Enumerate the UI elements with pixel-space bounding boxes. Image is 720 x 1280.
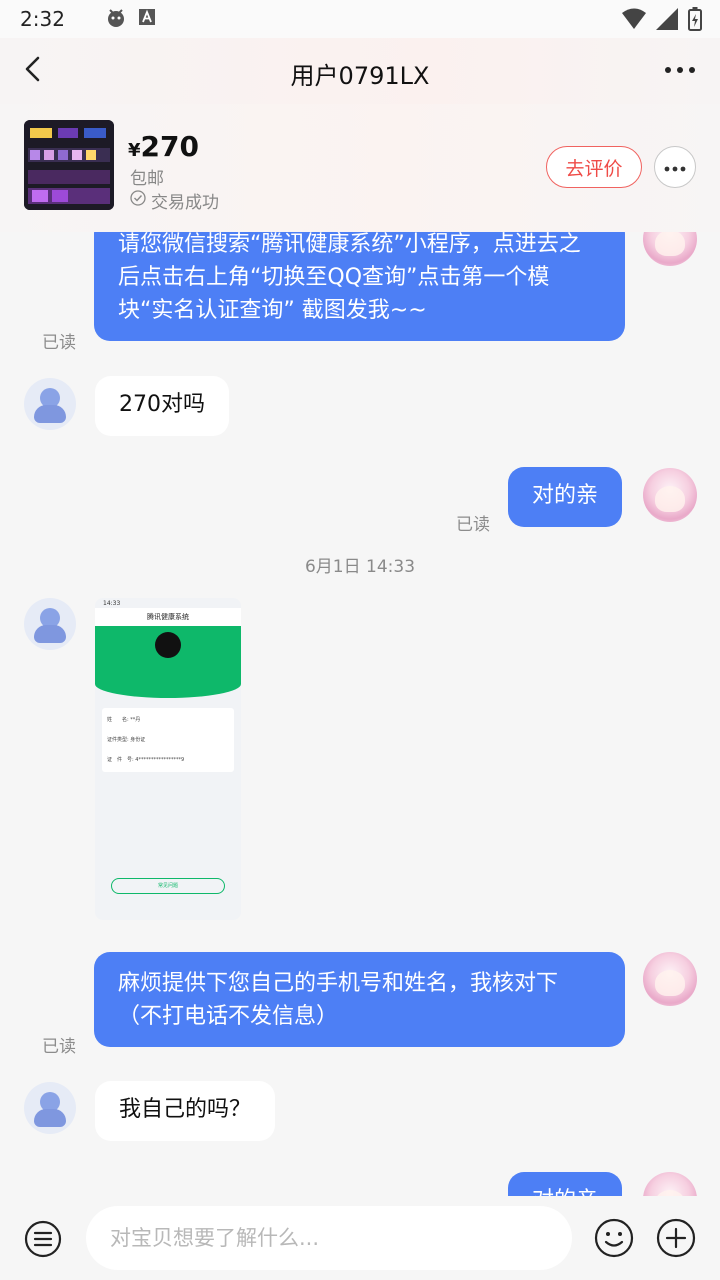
product-more-button[interactable]: [654, 146, 696, 188]
menu-icon[interactable]: [24, 1220, 62, 1258]
deal-status: 交易成功: [130, 188, 219, 213]
chat-header: 用户0791LX: [0, 38, 720, 104]
message-bubble-incoming[interactable]: 我自己的吗？: [95, 1081, 276, 1141]
signal-icon: [656, 8, 678, 34]
emoji-icon[interactable]: [594, 1218, 634, 1258]
chat-title: 用户0791LX: [290, 62, 430, 90]
plus-icon[interactable]: [656, 1218, 696, 1258]
ellipsis-icon[interactable]: [662, 56, 698, 86]
shot-faq-button: 常见问题: [111, 878, 225, 894]
status-time: 2:32: [20, 7, 65, 31]
shot-name-row: 姓 名: **丹: [107, 717, 141, 723]
my-avatar[interactable]: [643, 468, 697, 522]
product-price: ¥270: [128, 130, 199, 163]
product-thumbnail[interactable]: [24, 120, 114, 210]
shot-title: 腾讯健康系统: [147, 613, 189, 621]
battery-charging-icon: [688, 7, 702, 35]
message-input[interactable]: 对宝贝想要了解什么...: [86, 1206, 572, 1270]
ellipsis-icon: [663, 158, 687, 177]
status-bar: 2:32: [0, 0, 720, 38]
message-list[interactable]: 请您微信搜索“腾讯健康系统”小程序，点进去之后点击右上角“切换至QQ查询”点击第…: [0, 232, 720, 1196]
message-bubble-outgoing[interactable]: 对的亲: [508, 1172, 623, 1196]
message-timestamp: 6月1日 14:33: [304, 557, 416, 577]
image-message[interactable]: 14:33 腾讯健康系统 姓 名: **丹 证件类型: 身份证 证 件 号: 4…: [95, 598, 241, 920]
review-button[interactable]: 去评价: [546, 146, 642, 188]
shot-idtype-row: 证件类型: 身份证: [107, 737, 146, 743]
currency-symbol: ¥: [128, 140, 141, 161]
price-value: 270: [140, 130, 199, 163]
check-circle-icon: [130, 190, 146, 211]
android-debug-icon: [105, 6, 127, 32]
message-bubble-outgoing[interactable]: 对的亲: [508, 467, 623, 527]
read-status: 已读: [42, 333, 76, 353]
contact-avatar[interactable]: [24, 598, 76, 650]
read-status: 已读: [456, 515, 490, 535]
message-bubble-outgoing[interactable]: 请您微信搜索“腾讯健康系统”小程序，点进去之后点击右上角“切换至QQ查询”点击第…: [94, 232, 625, 341]
shot-status-time: 14:33: [103, 600, 121, 607]
message-bubble-outgoing[interactable]: 麻烦提供下您自己的手机号和姓名，我核对下（不打电话不发信息）: [94, 952, 625, 1047]
my-avatar[interactable]: [643, 952, 697, 1006]
shot-idno-row: 证 件 号: 4*****************9: [107, 757, 185, 763]
shot-profile-avatar: [155, 632, 181, 658]
deal-status-text: 交易成功: [151, 193, 219, 213]
message-bubble-incoming[interactable]: 270对吗: [95, 376, 229, 436]
my-avatar[interactable]: [643, 1172, 697, 1196]
read-status: 已读: [42, 1037, 76, 1057]
keyboard-a-icon: [138, 9, 155, 29]
shipping-label: 包邮: [130, 169, 164, 189]
contact-avatar[interactable]: [24, 1082, 76, 1134]
product-card[interactable]: ¥270 包邮 交易成功 去评价: [0, 104, 720, 232]
my-avatar[interactable]: [643, 232, 697, 266]
wifi-icon: [622, 8, 646, 34]
contact-avatar[interactable]: [24, 378, 76, 430]
input-bar: 对宝贝想要了解什么...: [0, 1196, 720, 1280]
